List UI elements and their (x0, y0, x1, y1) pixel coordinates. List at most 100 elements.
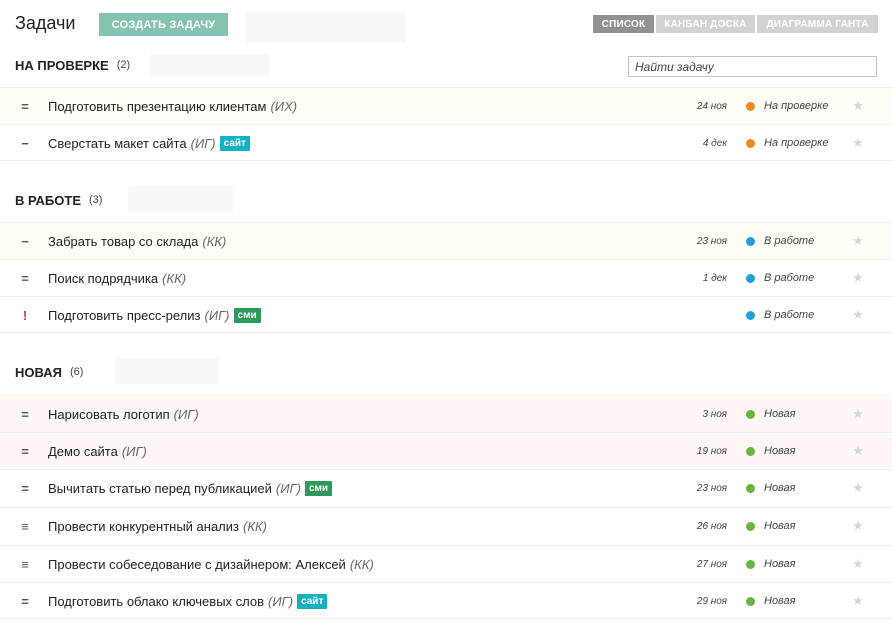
page-title: Задачи (15, 13, 76, 33)
top-bar: Задачи СОЗДАТЬ ЗАДАЧУ СПИСОК КАНБАН ДОСК… (0, 0, 892, 50)
section-title: НОВАЯ (15, 364, 62, 380)
task-owner: (ИХ) (270, 98, 298, 114)
task-row[interactable]: ≡ Провести собеседование с дизайнером: А… (0, 545, 892, 582)
star-icon[interactable]: ★ (851, 125, 865, 161)
star-icon[interactable]: ★ (851, 546, 865, 582)
task-row[interactable]: ≡ Провести конкурентный анализ (КК) 26 н… (0, 507, 892, 544)
task-date: 4 дек (702, 137, 727, 149)
status-label: На проверке (764, 137, 829, 149)
task-date: 19 ноя (696, 445, 727, 457)
priority-icon: − (21, 135, 29, 151)
star-icon[interactable]: ★ (851, 223, 865, 259)
status-dot-icon (746, 409, 755, 419)
star-icon[interactable]: ★ (851, 260, 865, 296)
status-dot-icon (746, 310, 755, 320)
placeholder-block (150, 54, 270, 76)
task-row[interactable]: = Нарисовать логотип (ИГ) 3 ноя Новая ★ (0, 395, 892, 432)
status-label: В работе (764, 235, 815, 247)
status-label: Новая (764, 408, 796, 420)
task-title[interactable]: Вычитать статью перед публикацией (48, 481, 272, 496)
task-status: В работе (746, 297, 814, 333)
task-date: 29 ноя (696, 595, 727, 607)
task-title[interactable]: Провести конкурентный анализ (48, 519, 239, 534)
task-owner: (ИГ) (275, 480, 301, 496)
placeholder-block (115, 358, 219, 384)
create-task-button[interactable]: СОЗДАТЬ ЗАДАЧУ (99, 13, 228, 36)
task-status: Новая (746, 508, 796, 544)
priority-icon: = (21, 593, 29, 609)
task-title[interactable]: Сверстать макет сайта (48, 136, 187, 151)
star-icon[interactable]: ★ (851, 583, 865, 619)
task-title[interactable]: Провести собеседование с дизайнером: Але… (48, 557, 346, 572)
task-date: 27 ноя (696, 558, 727, 570)
search-input[interactable] (628, 56, 877, 77)
task-status: Новая (746, 396, 796, 432)
tab-gantt[interactable]: ДИАГРАММА ГАНТА (757, 15, 878, 33)
task-owner: (КК) (202, 233, 227, 249)
section-count: (2) (116, 59, 131, 71)
task-title[interactable]: Демо сайта (48, 444, 118, 459)
task-row[interactable]: ! Подготовить пресс-релиз (ИГ) сми В раб… (0, 296, 892, 333)
task-row[interactable]: − Сверстать макет сайта (ИГ) сайт 4 дек … (0, 124, 892, 161)
priority-icon: = (21, 98, 29, 114)
task-status: В работе (746, 260, 814, 296)
section-header-in-progress: В РАБОТЕ (3) (15, 190, 102, 210)
task-owner: (ИГ) (121, 443, 147, 459)
star-icon[interactable]: ★ (851, 396, 865, 432)
star-icon[interactable]: ★ (851, 508, 865, 544)
status-label: Новая (764, 520, 796, 532)
status-dot-icon (746, 273, 755, 283)
status-label: На проверке (764, 100, 829, 112)
task-status: Новая (746, 583, 796, 619)
tag-badge[interactable]: сайт (297, 593, 328, 609)
priority-icon: = (21, 406, 29, 422)
task-date: 23 ноя (696, 235, 727, 247)
task-date: 3 ноя (702, 408, 727, 420)
priority-icon: = (21, 480, 29, 496)
tag-badge[interactable]: сми (233, 307, 261, 323)
star-icon[interactable]: ★ (851, 297, 865, 333)
status-label: Новая (764, 482, 796, 494)
status-label: Новая (764, 558, 796, 570)
task-owner: (ИГ) (268, 593, 294, 609)
task-row[interactable]: = Поиск подрядчика (КК) 1 дек В работе ★ (0, 259, 892, 296)
tag-badge[interactable]: сми (304, 480, 333, 496)
task-title[interactable]: Подготовить облако ключевых слов (48, 594, 264, 609)
star-icon[interactable]: ★ (851, 88, 865, 124)
task-title[interactable]: Нарисовать логотип (48, 407, 170, 422)
status-dot-icon (746, 138, 755, 148)
task-row[interactable]: − Забрать товар со склада (КК) 23 ноя В … (0, 222, 892, 259)
status-dot-icon (746, 446, 755, 456)
task-owner: (КК) (162, 270, 187, 286)
view-switch: СПИСОК КАНБАН ДОСКА ДИАГРАММА ГАНТА (593, 15, 878, 33)
status-dot-icon (746, 596, 755, 606)
task-status: Новая (746, 546, 796, 582)
section-header-new: НОВАЯ (6) (15, 362, 83, 382)
task-title[interactable]: Подготовить презентацию клиентам (48, 99, 266, 114)
status-dot-icon (746, 521, 755, 531)
status-label: Новая (764, 445, 796, 457)
status-label: Новая (764, 595, 796, 607)
priority-icon: ≡ (21, 556, 29, 572)
priority-high-icon: ! (22, 307, 28, 323)
task-title[interactable]: Поиск подрядчика (48, 271, 158, 286)
status-dot-icon (746, 236, 755, 246)
tab-kanban[interactable]: КАНБАН ДОСКА (656, 15, 755, 33)
priority-icon: − (21, 233, 29, 249)
section-title: В РАБОТЕ (15, 192, 81, 208)
task-date: 24 ноя (696, 100, 727, 112)
star-icon[interactable]: ★ (851, 470, 865, 506)
task-title[interactable]: Подготовить пресс-релиз (48, 308, 200, 323)
task-row[interactable]: = Подготовить облако ключевых слов (ИГ) … (0, 582, 892, 619)
task-status: Новая (746, 433, 796, 469)
tab-list[interactable]: СПИСОК (593, 15, 654, 33)
task-owner: (ИГ) (173, 406, 199, 422)
task-row[interactable]: = Подготовить презентацию клиентам (ИХ) … (0, 87, 892, 124)
tag-badge[interactable]: сайт (219, 135, 250, 151)
task-row[interactable]: = Вычитать статью перед публикацией (ИГ)… (0, 469, 892, 506)
section-title: НА ПРОВЕРКЕ (15, 57, 109, 73)
task-title[interactable]: Забрать товар со склада (48, 234, 198, 249)
star-icon[interactable]: ★ (851, 433, 865, 469)
task-status: На проверке (746, 125, 828, 161)
task-row[interactable]: = Демо сайта (ИГ) 19 ноя Новая ★ (0, 432, 892, 469)
